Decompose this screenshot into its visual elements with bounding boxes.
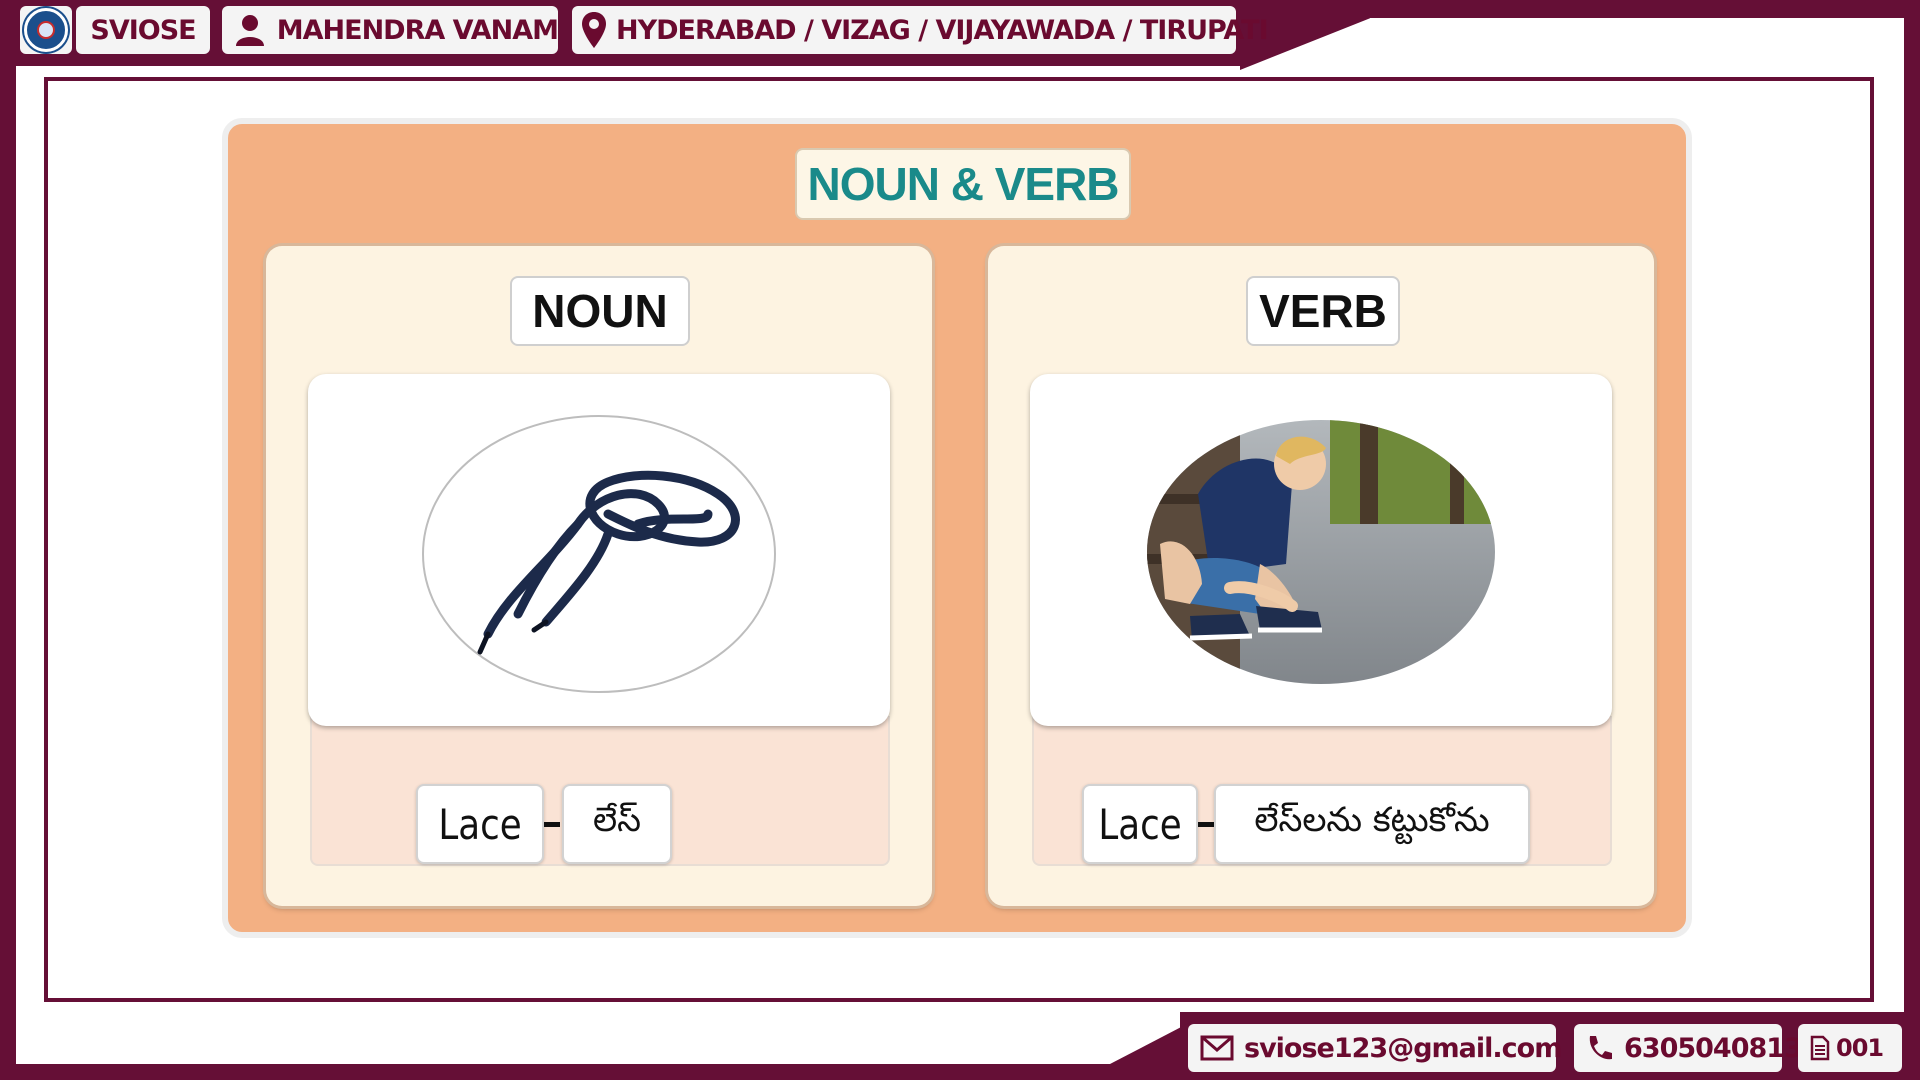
- location-chip: HYDERABAD / VIZAG / VIJAYAWADA / TIRUPAT…: [572, 6, 1269, 54]
- email-chip[interactable]: sviose123@gmail.com: [1188, 1024, 1562, 1072]
- mail-icon: [1200, 1035, 1234, 1061]
- slide-title: NOUN & VERB: [795, 148, 1131, 220]
- location-list: HYDERABAD / VIZAG / VIJAYAWADA / TIRUPAT…: [616, 14, 1269, 46]
- verb-panel: VERB: [988, 246, 1654, 906]
- presenter-chip: MAHENDRA VANAM: [222, 6, 559, 54]
- brand-chip: SVIOSE: [76, 6, 210, 54]
- noun-panel: NOUN Lace లేస్: [266, 246, 932, 906]
- logo-chip: [20, 6, 72, 54]
- email-address[interactable]: sviose123@gmail.com: [1244, 1033, 1562, 1064]
- shoelace-image: [422, 415, 776, 693]
- verb-dash: [1198, 822, 1214, 827]
- verb-word-en: Lace: [1098, 799, 1182, 849]
- boy-tying-shoe-image: [1147, 420, 1495, 684]
- page-number: 001: [1836, 1034, 1884, 1062]
- noun-dash: [544, 822, 560, 827]
- verb-word-en-box: Lace: [1082, 784, 1198, 864]
- presenter-name: MAHENDRA VANAM: [276, 14, 559, 46]
- sviose-logo: [24, 8, 68, 52]
- page-chip: 001: [1798, 1024, 1902, 1072]
- brand-name: SVIOSE: [90, 14, 196, 46]
- phone-number[interactable]: 6305040813: [1624, 1033, 1803, 1064]
- noun-word-te: లేస్: [593, 800, 641, 840]
- verb-word-te: లేస్‌లను కట్టుకోను: [1254, 800, 1490, 840]
- person-icon: [234, 14, 267, 46]
- document-icon: [1810, 1035, 1830, 1061]
- verb-word-te-box: లేస్‌లను కట్టుకోను: [1214, 784, 1530, 864]
- noun-word-en-box: Lace: [416, 784, 544, 864]
- noun-word-te-box: లేస్: [562, 784, 672, 864]
- phone-icon: [1586, 1034, 1614, 1062]
- phone-chip[interactable]: 6305040813: [1574, 1024, 1803, 1072]
- noun-label: NOUN: [510, 276, 690, 346]
- noun-image-card: [308, 374, 890, 726]
- noun-word-en: Lace: [438, 799, 522, 849]
- verb-label: VERB: [1246, 276, 1400, 346]
- map-pin-icon: [582, 12, 606, 48]
- verb-image-card: [1030, 374, 1612, 726]
